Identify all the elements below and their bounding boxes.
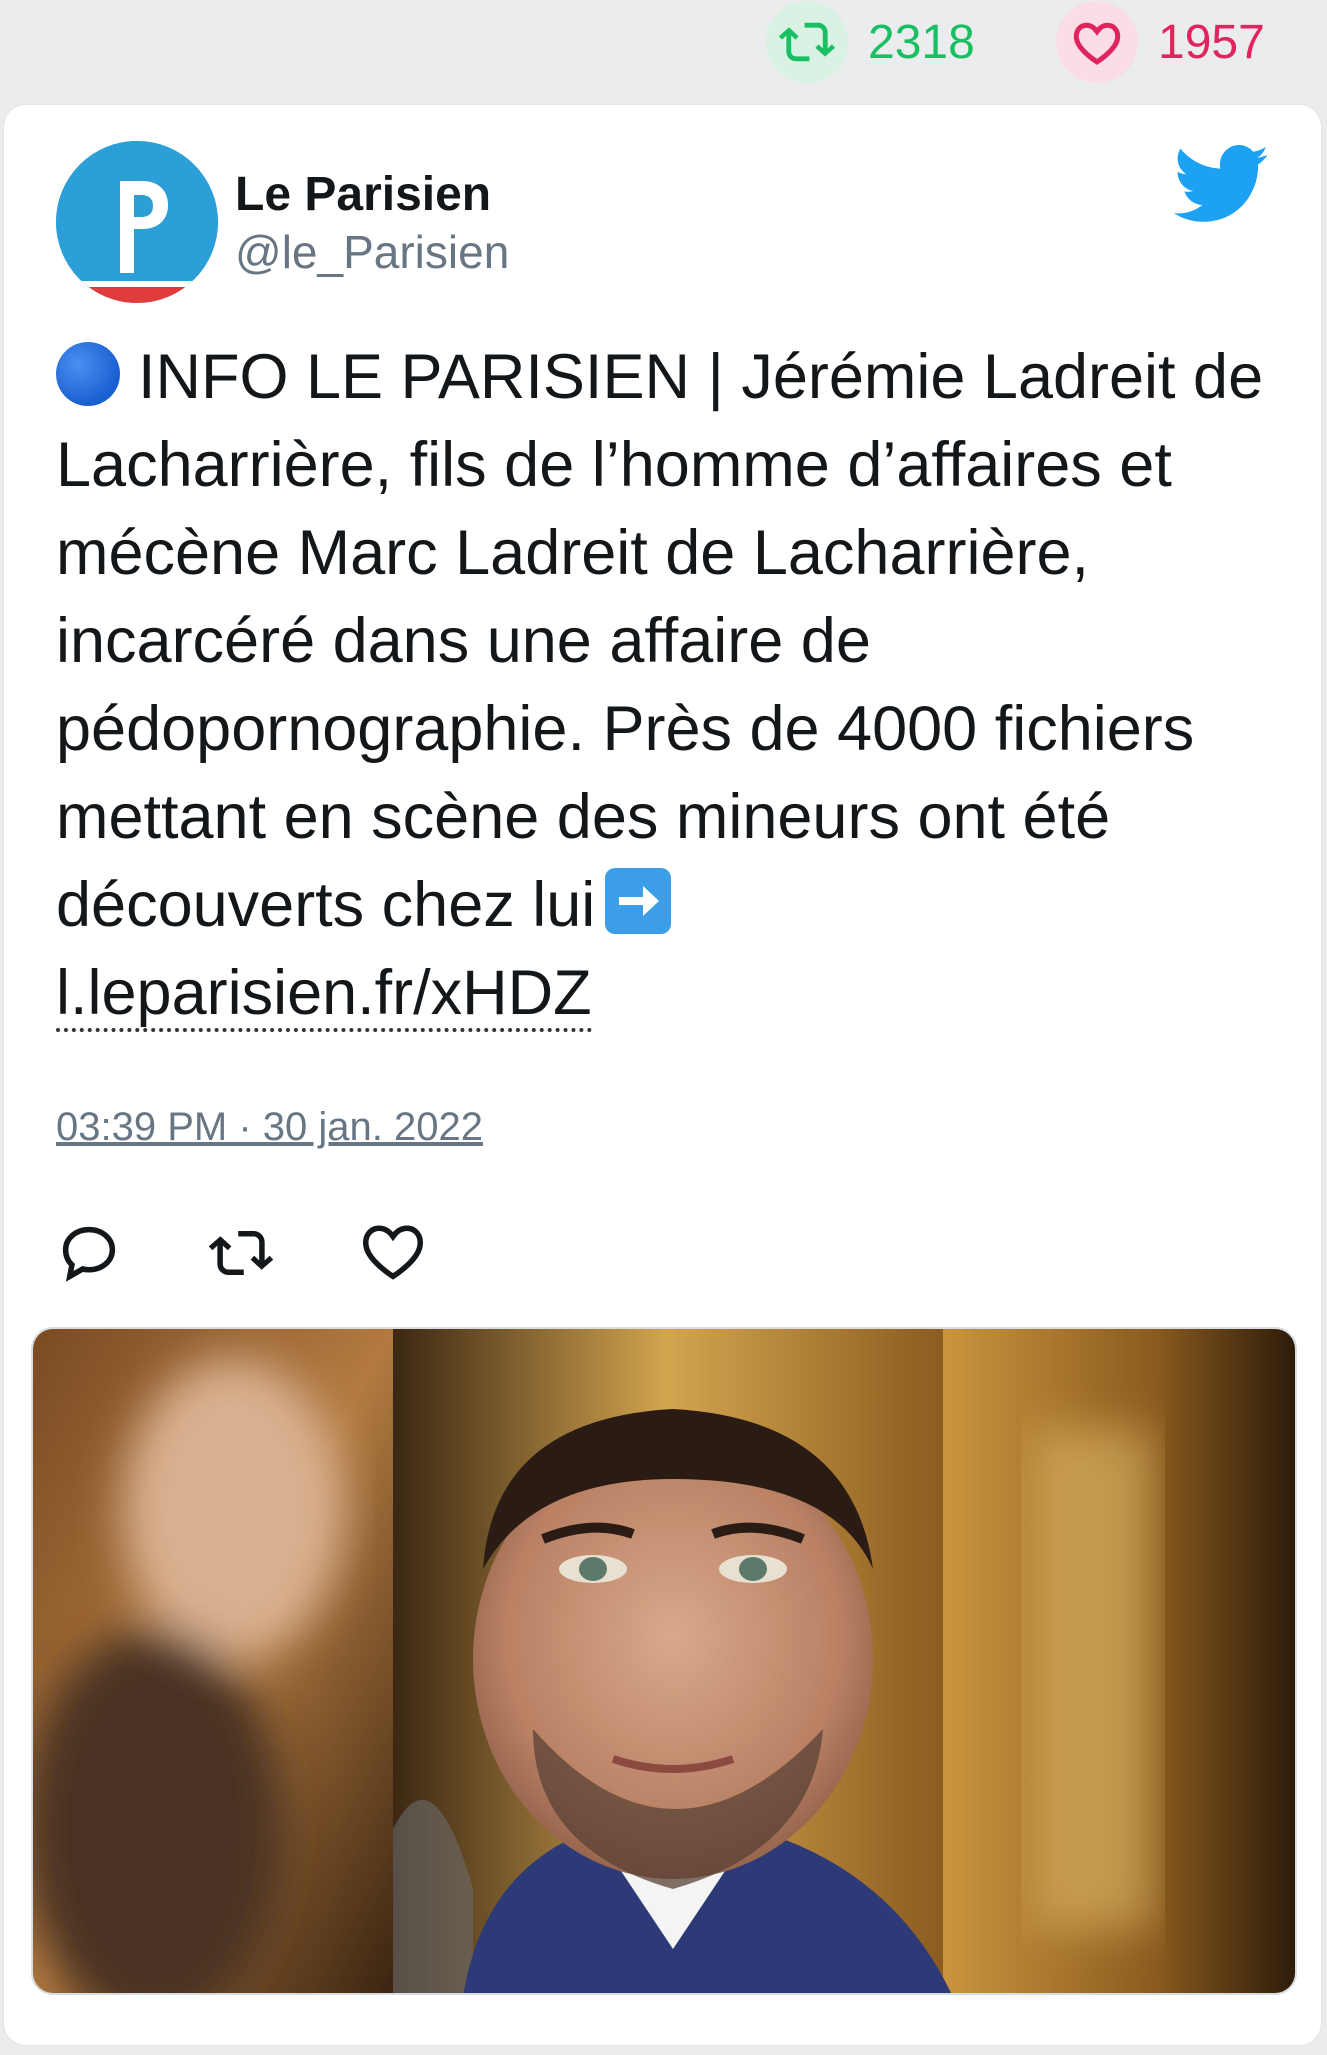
retweet-icon[interactable]: [208, 1220, 274, 1286]
right-arrow-icon: [605, 868, 672, 934]
author-name[interactable]: Le Parisien: [235, 167, 491, 222]
tweet-timestamp[interactable]: 03:39 PM · 30 jan. 2022: [56, 1105, 483, 1150]
tweet-media-photo[interactable]: [31, 1327, 1297, 1995]
blue-circle-icon: [56, 342, 120, 406]
engagement-bar: 2318 1957: [0, 0, 1327, 100]
tweet-body: INFO LE PARISIEN | Jérémie Ladreit de La…: [56, 342, 1264, 940]
tweet-text: INFO LE PARISIEN | Jérémie Ladreit de La…: [56, 333, 1296, 1037]
twitter-bird-icon[interactable]: [1174, 145, 1270, 225]
retweet-count[interactable]: 2318: [766, 1, 975, 83]
avatar[interactable]: [56, 141, 218, 303]
author-handle[interactable]: @le_Parisien: [235, 225, 509, 279]
tweet-card: Le Parisien @le_Parisien INFO LE PARISIE…: [4, 105, 1321, 2045]
tweet-actions: [56, 1220, 426, 1290]
like-count-value: 1957: [1158, 15, 1265, 69]
tweet-link[interactable]: l.leparisien.fr/xHDZ: [56, 958, 592, 1032]
retweet-icon: [766, 1, 848, 83]
reply-icon[interactable]: [56, 1220, 122, 1286]
retweet-count-value: 2318: [868, 15, 975, 69]
like-count[interactable]: 1957: [1056, 1, 1265, 83]
heart-icon: [1056, 1, 1138, 83]
heart-icon[interactable]: [360, 1220, 426, 1286]
